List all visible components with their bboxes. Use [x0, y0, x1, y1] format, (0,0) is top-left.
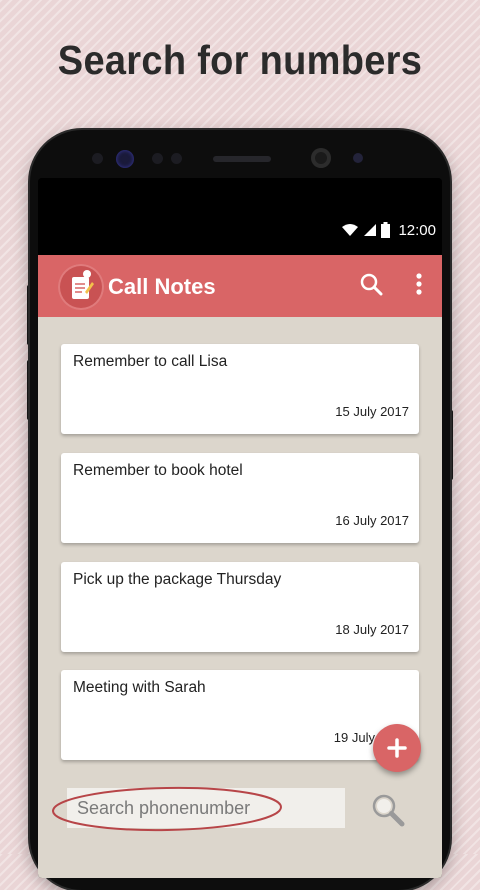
plus-icon [387, 738, 407, 758]
note-text: Remember to call Lisa [73, 353, 228, 370]
status-icons: 12:00 [341, 220, 436, 240]
note-text: Meeting with Sarah [73, 679, 206, 696]
note-card[interactable]: Remember to call Lisa 15 July 2017 [61, 344, 419, 434]
more-vertical-icon[interactable] [406, 269, 438, 301]
phone-sensor [152, 153, 163, 164]
search-icon[interactable] [356, 269, 388, 301]
notepad-pen-icon [58, 264, 104, 310]
wifi-icon [342, 224, 359, 236]
search-phonenumber-input[interactable] [67, 788, 345, 828]
phone-sensor [92, 153, 103, 164]
battery-icon [381, 222, 391, 238]
note-date: 15 July 2017 [335, 404, 409, 419]
note-card[interactable]: Meeting with Sarah 19 July [61, 670, 419, 760]
status-bar: 12:00 [38, 178, 442, 255]
note-text: Pick up the package Thursday [73, 571, 282, 588]
magnifier-icon[interactable] [368, 790, 408, 830]
promo-headline: Search for numbers [57, 38, 423, 84]
app-bar: Call Notes [38, 255, 442, 317]
add-note-button[interactable] [373, 724, 421, 772]
note-date: 19 July [333, 730, 375, 745]
cell-signal-icon [364, 224, 377, 236]
app-title: Call Notes [108, 274, 216, 299]
front-camera [311, 148, 331, 168]
note-date: 16 July 2017 [335, 513, 409, 528]
phone-sensor [171, 153, 182, 164]
phone-speaker [213, 156, 271, 162]
phone-sensor [353, 153, 363, 163]
note-card[interactable]: Pick up the package Thursday 18 July 201… [61, 562, 419, 652]
note-text: Remember to book hotel [73, 462, 243, 479]
note-date: 18 July 2017 [335, 622, 409, 637]
phone-screen: 12:00 Call Notes Remember to call Lisa 1… [38, 178, 442, 878]
iris-camera [116, 150, 134, 168]
status-time: 12:00 [398, 221, 436, 239]
note-card[interactable]: Remember to book hotel 16 July 2017 [61, 453, 419, 543]
